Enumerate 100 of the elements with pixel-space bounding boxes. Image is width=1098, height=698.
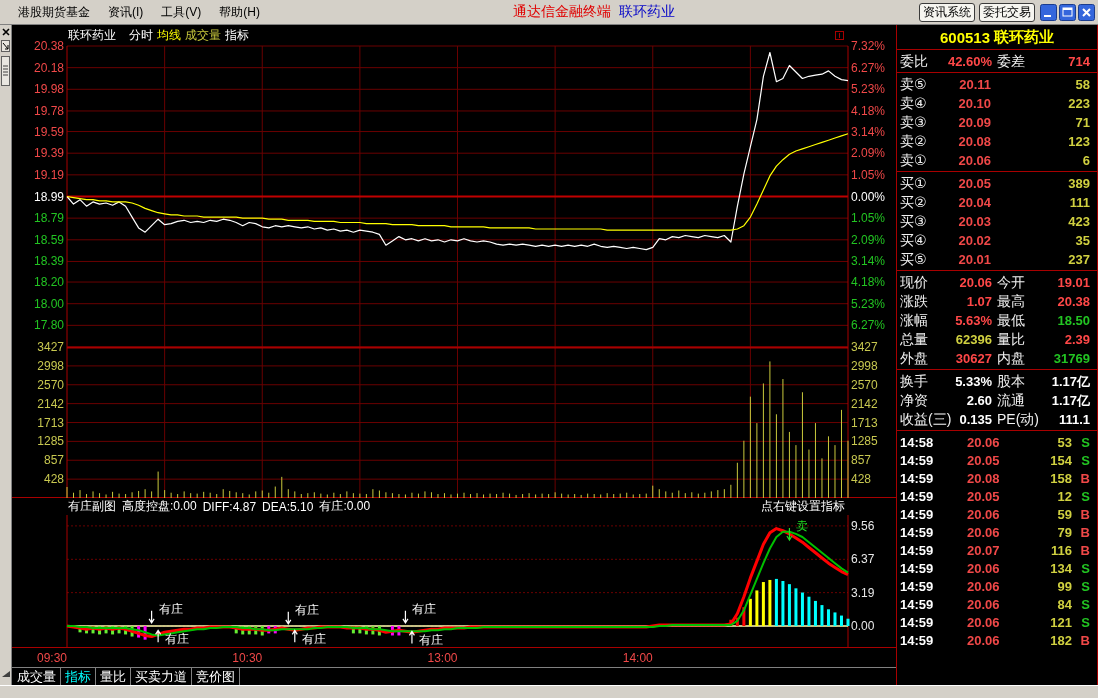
trade-time: 14:59	[900, 524, 935, 540]
indicator-reading: DEA:5.10	[262, 499, 314, 514]
trade-side: B	[1079, 470, 1090, 486]
trade-time: 14:59	[900, 452, 935, 468]
stock-code: 600513	[939, 28, 991, 46]
quote-label: 现价	[900, 273, 928, 292]
trade-price: 20.05	[967, 452, 1001, 468]
trade-volume: 134	[1049, 560, 1072, 576]
order-volume: 423	[1067, 214, 1090, 229]
quote-value: 111.1	[1058, 412, 1090, 427]
quote-label: 换手	[900, 372, 928, 391]
order-volume: 223	[1067, 96, 1090, 111]
percent-axis-label: 2.09%	[851, 232, 886, 247]
quote-value: 1.07	[966, 294, 992, 309]
quote-value: 31769	[1053, 351, 1090, 366]
order-price: 20.04	[957, 195, 991, 210]
order-price: 20.10	[957, 96, 991, 111]
price-axis-label: 19.19	[33, 167, 64, 182]
order-price: 20.08	[957, 134, 991, 149]
trade-price: 20.06	[967, 596, 1001, 612]
trade-price: 20.06	[967, 614, 1001, 630]
order-volume: 6	[1081, 153, 1090, 168]
volume-axis-label: 3427	[851, 340, 878, 354]
quote-label: PE(动)	[997, 410, 1039, 429]
trade-side: S	[1080, 614, 1090, 630]
price-axis-label: 18.39	[33, 254, 64, 269]
trade-time: 14:58	[900, 434, 935, 450]
indicator-axis-label: 3.19	[851, 585, 875, 600]
trade-price: 20.06	[967, 578, 1001, 594]
order-level-label: 买④	[900, 231, 928, 250]
quote-label: 涨跌	[900, 292, 928, 311]
price-axis-label: 18.99	[33, 189, 64, 204]
signal-label: 有庄	[418, 633, 443, 648]
volume-axis-label: 1285	[851, 434, 878, 449]
percent-axis-label: 2.09%	[851, 146, 886, 161]
order-level-label: 卖⑤	[900, 75, 928, 94]
trade-price: 20.05	[967, 488, 1001, 504]
percent-axis-label: 7.32%	[851, 39, 886, 53]
indicator-reading: 有庄:0.00	[319, 498, 371, 515]
chart-title: 联环药业	[68, 27, 116, 44]
stock-title: 联环药业	[619, 3, 675, 21]
volume-axis-label: 2998	[37, 358, 64, 373]
trade-time: 14:59	[900, 596, 935, 612]
quote-label: 委比	[900, 52, 928, 71]
trade-volume: 99	[1056, 578, 1072, 594]
order-level-label: 卖①	[900, 151, 928, 170]
quote-label: 涨幅	[900, 311, 928, 330]
order-volume: 35	[1074, 233, 1090, 248]
trade-time: 14:59	[900, 578, 935, 594]
percent-axis-label: 6.27%	[851, 60, 886, 75]
quote-label: 净资	[900, 391, 928, 410]
trade-price: 20.08	[967, 470, 1001, 486]
order-level-label: 买②	[900, 193, 928, 212]
quote-label: 量比	[997, 330, 1025, 349]
quote-value: 714	[1068, 54, 1090, 69]
quote-value: 20.06	[959, 275, 992, 290]
order-price: 20.05	[957, 176, 991, 191]
quote-value: 0.135	[959, 412, 992, 427]
volume-axis-label: 857	[851, 453, 872, 468]
trade-volume: 12	[1056, 488, 1072, 504]
trade-price: 20.07	[967, 542, 1001, 558]
indicator-axis-label: 6.37	[851, 552, 875, 567]
volume-axis-label: 1285	[37, 434, 64, 449]
trade-volume: 79	[1056, 524, 1072, 540]
price-axis-label: 20.38	[33, 39, 64, 53]
quote-value: 5.33%	[955, 374, 992, 389]
order-price: 20.06	[957, 153, 991, 168]
trade-side: B	[1079, 524, 1090, 540]
volume-axis-label: 2570	[37, 377, 64, 392]
trade-side: S	[1080, 434, 1090, 450]
order-price: 20.09	[957, 115, 991, 130]
trade-volume: 84	[1056, 596, 1072, 612]
quote-label: 最低	[997, 311, 1025, 330]
trade-price: 20.06	[967, 632, 1001, 648]
indicator-reading: 高度控盘:0.00	[122, 498, 197, 515]
volume-axis-label: 857	[43, 453, 64, 468]
trade-volume: 116	[1050, 542, 1072, 558]
trade-volume: 154	[1049, 452, 1072, 468]
trade-time: 14:59	[900, 560, 935, 576]
price-axis-label: 18.00	[33, 296, 64, 311]
trade-volume: 121	[1049, 614, 1072, 630]
volume-axis-label: 1713	[37, 415, 64, 430]
trade-volume: 182	[1049, 632, 1072, 648]
trade-time: 14:59	[900, 470, 935, 486]
volume-axis-label: 3427	[37, 340, 64, 354]
order-volume: 237	[1067, 252, 1090, 267]
quote-value: 1.17亿	[1051, 372, 1090, 391]
trade-time: 14:59	[900, 506, 935, 522]
volume-axis-label: 1713	[851, 415, 878, 430]
trade-side: B	[1079, 632, 1090, 648]
settings-hint: 点右键设置指标	[761, 498, 845, 515]
volume-axis-label: 2570	[851, 377, 878, 392]
trade-time: 14:59	[900, 542, 935, 558]
quote-value: 42.60%	[947, 54, 992, 69]
stock-name: 联环药业	[994, 27, 1055, 47]
trade-side: S	[1080, 452, 1090, 468]
trade-volume: 53	[1056, 434, 1072, 450]
percent-axis-label: 4.18%	[851, 103, 886, 118]
percent-axis-label: 3.14%	[851, 254, 886, 269]
quote-label: 收益(三)	[900, 410, 952, 429]
